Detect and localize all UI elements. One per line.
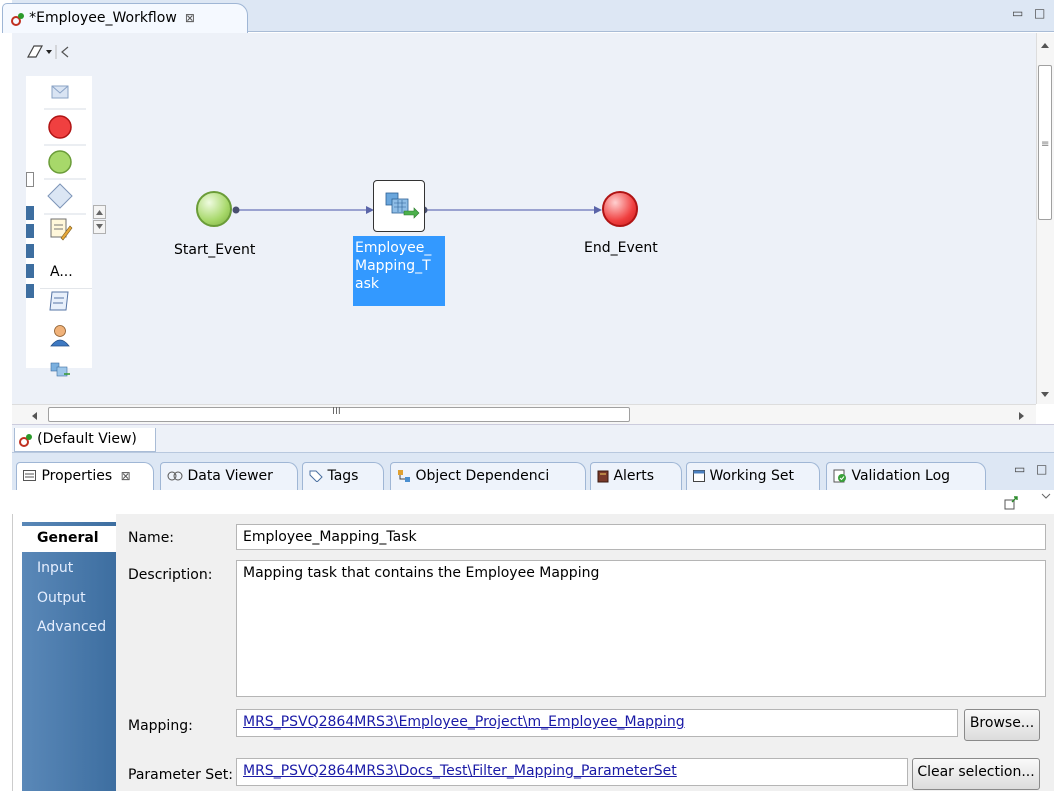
workflow-editor-window: *Employee_Workflow ⊠ ▭ □ A... Start_Even… <box>0 0 1054 791</box>
scroll-right-icon[interactable] <box>1016 410 1026 425</box>
properties-icon <box>23 470 36 481</box>
data-viewer-icon <box>167 471 183 481</box>
tag-icon <box>309 470 323 482</box>
mapping-task-label: Employee_ Mapping_T ask <box>353 236 445 306</box>
minimize-properties-icon[interactable]: ▭ <box>1014 462 1025 476</box>
nav-general[interactable]: General <box>22 526 116 552</box>
nav-output[interactable]: Output <box>22 586 116 612</box>
tab-properties-label: Properties <box>41 468 113 484</box>
sequence-flow-start-to-task[interactable] <box>232 206 375 214</box>
properties-toolbar <box>12 490 1054 514</box>
workflow-view-icon <box>19 433 33 447</box>
mapping-label: Mapping: <box>128 718 193 734</box>
tab-object-dependencies[interactable]: Object Dependenci <box>390 462 586 490</box>
vertical-grip-icon: ≡ <box>1041 139 1050 150</box>
tab-object-dependencies-label: Object Dependenci <box>415 468 550 484</box>
pin-view-icon[interactable] <box>1004 496 1020 514</box>
parameter-set-link[interactable]: MRS_PSVQ2864MRS3\Docs_Test\Filter_Mappin… <box>236 758 908 786</box>
name-field[interactable]: Employee_Mapping_Task <box>236 524 1046 550</box>
parameter-set-label: Parameter Set: <box>128 767 233 783</box>
validation-log-icon <box>833 469 846 483</box>
close-properties-icon[interactable]: ⊠ <box>121 469 131 483</box>
view-tab-strip <box>12 424 1054 452</box>
browse-button[interactable]: Browse... <box>964 709 1040 741</box>
tab-working-set-label: Working Set <box>709 468 794 484</box>
tab-alerts[interactable]: Alerts <box>590 462 682 490</box>
workflow-connectors <box>232 206 603 214</box>
mapping-task-node-icon <box>385 192 420 219</box>
nav-input[interactable]: Input <box>22 556 116 582</box>
nav-advanced[interactable]: Advanced <box>22 615 116 641</box>
scroll-down-icon[interactable] <box>1040 388 1050 403</box>
tab-working-set[interactable]: Working Set <box>686 462 820 490</box>
sequence-flow-task-to-end[interactable] <box>420 206 603 214</box>
scroll-left-icon[interactable] <box>30 410 40 425</box>
dependencies-icon <box>398 470 410 482</box>
default-view-label: (Default View) <box>37 431 137 447</box>
maximize-properties-icon[interactable]: □ <box>1036 462 1047 476</box>
working-set-icon <box>693 470 705 482</box>
view-menu-icon[interactable] <box>1040 490 1052 505</box>
tab-alerts-label: Alerts <box>613 468 655 484</box>
scroll-up-icon[interactable] <box>1040 40 1050 55</box>
start-event-label: Start_Event <box>174 242 256 258</box>
tab-data-viewer[interactable]: Data Viewer <box>160 462 298 490</box>
tab-data-viewer-label: Data Viewer <box>187 468 273 484</box>
clear-selection-button[interactable]: Clear selection... <box>912 758 1040 790</box>
mapping-link[interactable]: MRS_PSVQ2864MRS3\Employee_Project\m_Empl… <box>236 709 958 737</box>
tab-validation-log-label: Validation Log <box>851 468 951 484</box>
name-label: Name: <box>128 530 175 546</box>
horizontal-grip-icon: III <box>332 406 341 417</box>
alerts-icon <box>597 470 609 483</box>
end-event-label: End_Event <box>584 240 658 256</box>
start-event-node[interactable] <box>196 191 232 227</box>
tab-tags-label: Tags <box>327 468 359 484</box>
tab-validation-log[interactable]: Validation Log <box>826 462 986 490</box>
tab-default-view[interactable]: (Default View) <box>14 428 156 452</box>
description-field[interactable]: Mapping task that contains the Employee … <box>236 560 1046 697</box>
tab-properties[interactable]: Properties ⊠ <box>16 462 154 490</box>
properties-left-border <box>12 514 22 791</box>
tab-tags[interactable]: Tags <box>302 462 384 490</box>
description-label: Description: <box>128 567 213 583</box>
end-event-node[interactable] <box>602 191 638 227</box>
mapping-task-node[interactable] <box>373 180 425 232</box>
